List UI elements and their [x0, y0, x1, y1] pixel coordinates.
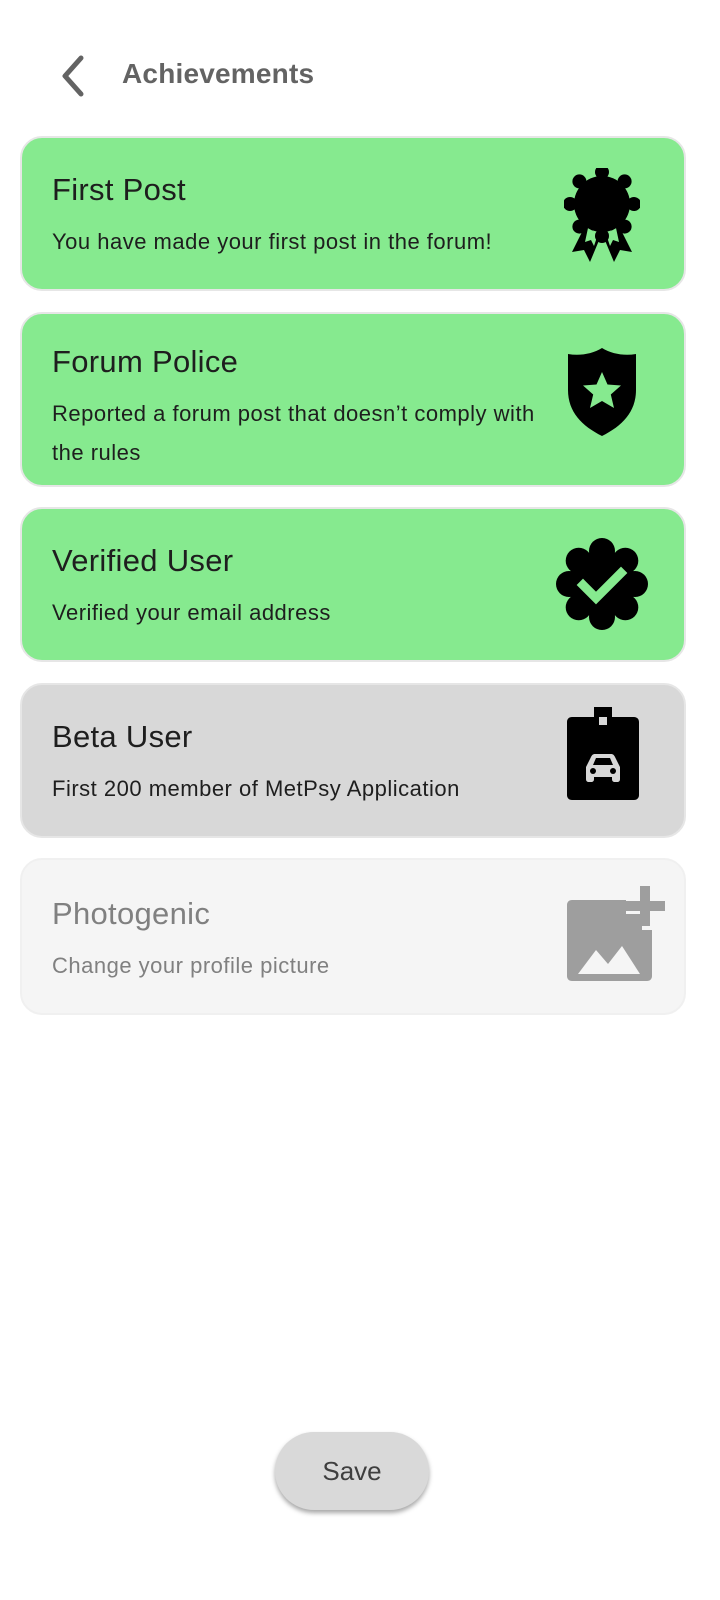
achievement-description: First 200 member of MetPsy Application [52, 776, 460, 801]
chevron-left-icon [62, 55, 84, 97]
back-button[interactable] [48, 46, 96, 106]
achievement-card-first-post[interactable]: First Post You have made your first post… [20, 136, 686, 291]
achievement-card-beta-user[interactable]: Beta User First 200 member of MetPsy App… [20, 683, 686, 838]
achievement-title: Verified User [52, 543, 234, 578]
achievement-description: Change your profile picture [52, 953, 330, 978]
achievement-card-forum-police[interactable]: Forum Police Reported a forum post that … [20, 312, 686, 487]
sim-card-car-icon [567, 707, 639, 800]
achievement-title: First Post [52, 172, 186, 207]
achievement-description: Verified your email address [52, 600, 331, 625]
achievement-description: Reported a forum post that doesn’t compl… [52, 401, 535, 465]
verified-check-icon [556, 538, 648, 630]
police-badge-icon [568, 348, 636, 436]
award-ribbon-icon [564, 168, 640, 262]
achievement-description: You have made your first post in the for… [52, 229, 493, 254]
achievement-card-verified-user[interactable]: Verified User Verified your email addres… [20, 507, 686, 662]
achievement-card-photogenic[interactable]: Photogenic Change your profile picture [20, 858, 686, 1015]
save-button[interactable]: Save [275, 1432, 429, 1510]
add-photo-icon [567, 886, 665, 981]
achievement-title: Beta User [52, 719, 193, 754]
achievement-title: Photogenic [52, 896, 211, 931]
achievement-title: Forum Police [52, 344, 239, 379]
app-header: Achievements [0, 40, 720, 112]
page-title: Achievements [122, 58, 315, 89]
